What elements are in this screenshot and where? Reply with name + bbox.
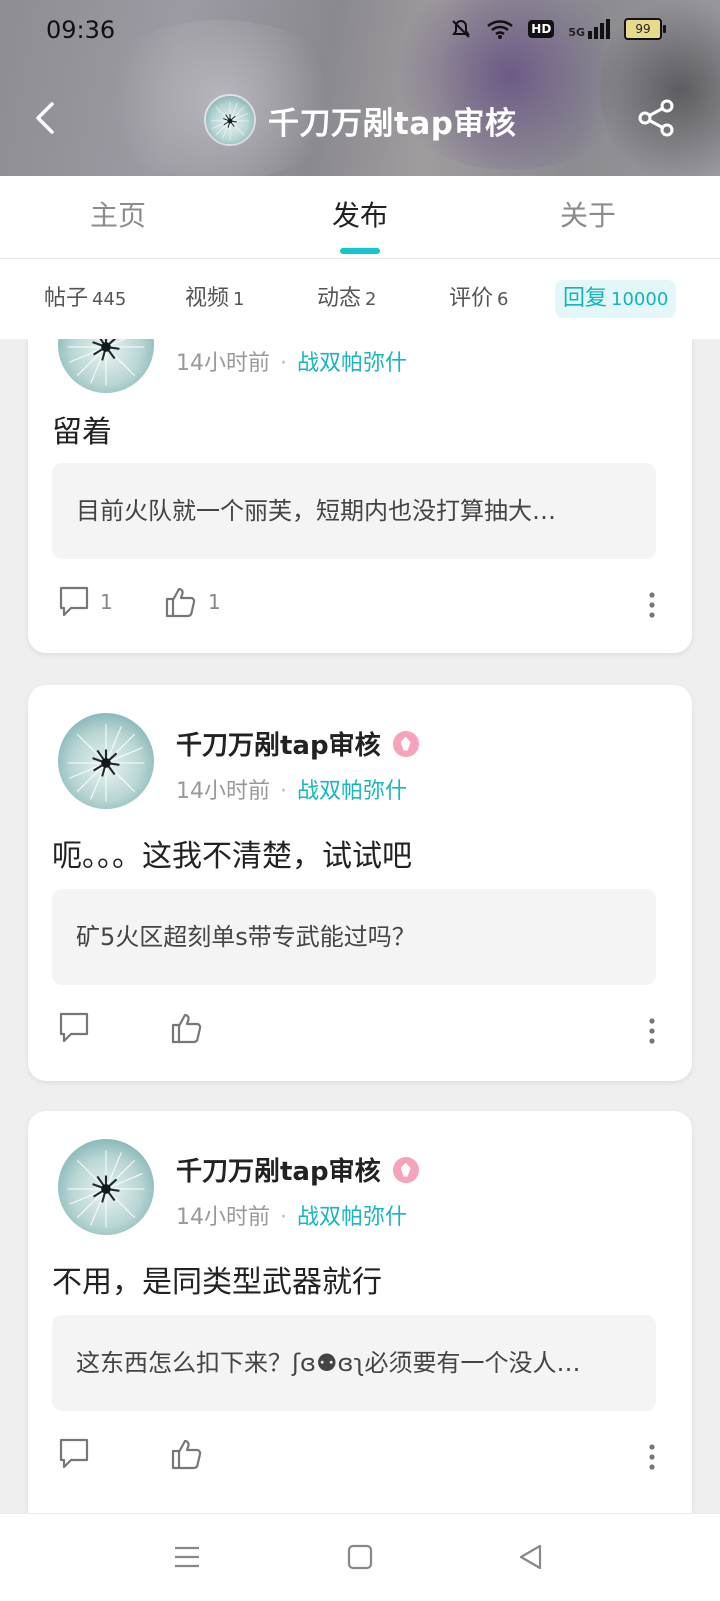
reply-text: 不用，是同类型武器就行 (52, 1265, 382, 1300)
wifi-icon (487, 20, 514, 39)
comment-icon (59, 586, 89, 617)
header-avatar[interactable] (204, 94, 256, 146)
status-icons: HD 5G 99 (450, 18, 666, 40)
post-meta: 14小时前 · 战双帕弥什 (176, 779, 408, 804)
reply-card[interactable]: 千刀万剐tap审核 14小时前 · 战双帕弥什 呃。。。这我不清楚，试试吧 矿5火区… (28, 685, 692, 1081)
page-title: 千刀万剐tap审核 (268, 105, 517, 142)
system-nav-bar (0, 1513, 720, 1601)
comment-icon (59, 1438, 89, 1469)
quoted-comment[interactable]: 这东西怎么扣下来？ʃɞ⚉ɞʅ必须要有一个没人… (52, 1315, 656, 1411)
verified-badge-icon (392, 1156, 419, 1183)
post-meta: 14小时前 · 战双帕弥什 (176, 351, 408, 376)
subtab-replies[interactable]: 回复 10000 (555, 280, 677, 318)
action-bar (58, 1437, 662, 1477)
subtab-moments[interactable]: 动态 2 (317, 280, 376, 318)
tab-posts[interactable]: 发布 (302, 176, 418, 258)
post-time: 14小时前 (176, 779, 270, 804)
reply-card[interactable]: 14小时前 · 战双帕弥什 留着 目前火队就一个丽芙，短期内也没打算抽大… 1 1 (28, 339, 692, 653)
quoted-comment[interactable]: 目前火队就一个丽芙，短期内也没打算抽大… (52, 463, 656, 559)
tab-about[interactable]: 关于 (530, 176, 646, 258)
home-square-icon (347, 1544, 373, 1570)
comment-button[interactable]: 1 (58, 585, 113, 619)
action-bar: 1 1 (58, 585, 662, 625)
share-button[interactable] (636, 98, 676, 138)
verified-badge-icon (392, 730, 419, 757)
more-vertical-icon (649, 592, 655, 618)
main-tabs: 主页 发布 关于 (0, 176, 720, 259)
like-count: 1 (208, 590, 221, 614)
battery-icon: 99 (624, 18, 666, 40)
menu-icon (175, 1546, 199, 1568)
nav-back-button[interactable] (514, 1540, 548, 1574)
post-time: 14小时前 (176, 351, 270, 376)
comment-count: 1 (100, 590, 113, 614)
comment-icon (59, 1012, 89, 1043)
more-options-button[interactable] (642, 1441, 662, 1473)
subtab-threads[interactable]: 帖子 445 (44, 280, 126, 318)
reply-feed[interactable]: 14小时前 · 战双帕弥什 留着 目前火队就一个丽芙，短期内也没打算抽大… 1 1 (0, 339, 720, 1513)
tab-indicator (340, 248, 380, 254)
post-meta: 14小时前 · 战双帕弥什 (176, 1205, 408, 1230)
mute-bell-icon (452, 19, 471, 38)
like-button[interactable] (170, 1011, 214, 1045)
reply-text: 呃。。。这我不清楚，试试吧 (52, 839, 412, 874)
reply-card[interactable]: 千刀万剐tap审核 14小时前 · 战双帕弥什 不用，是同类型武器就行 这东西怎么扣… (28, 1111, 692, 1513)
like-button[interactable] (170, 1437, 214, 1471)
nav-home-button[interactable] (343, 1540, 377, 1574)
more-vertical-icon (649, 1444, 655, 1470)
game-tag[interactable]: 战双帕弥什 (297, 351, 407, 376)
author-name[interactable]: 千刀万剐tap审核 (176, 725, 419, 762)
action-bar (58, 1011, 662, 1051)
nav-menu-button[interactable] (170, 1540, 204, 1574)
tab-home[interactable]: 主页 (60, 176, 176, 258)
thumbs-up-icon (171, 1439, 202, 1470)
more-vertical-icon (649, 1018, 655, 1044)
like-button[interactable]: 1 (164, 585, 221, 619)
post-time: 14小时前 (176, 1205, 270, 1230)
more-options-button[interactable] (642, 1015, 662, 1047)
author-avatar[interactable] (58, 1139, 154, 1235)
profile-header: 09:36 HD 5G 99 千刀万剐tap审核 (0, 0, 720, 176)
author-avatar[interactable] (58, 713, 154, 809)
signal-icon: 5G (568, 19, 610, 39)
author-avatar[interactable] (58, 339, 154, 393)
subtab-reviews[interactable]: 评价 6 (449, 280, 508, 318)
back-triangle-icon (519, 1544, 542, 1570)
game-tag[interactable]: 战双帕弥什 (297, 779, 407, 804)
comment-button[interactable] (58, 1437, 100, 1471)
reply-text: 留着 (52, 415, 112, 450)
quoted-comment[interactable]: 矿5火区超刻单s带专武能过吗？ (52, 889, 656, 985)
status-time: 09:36 (46, 16, 116, 44)
game-tag[interactable]: 战双帕弥什 (297, 1205, 407, 1230)
header-title-group: 千刀万剐tap审核 (204, 94, 516, 146)
author-name[interactable]: 千刀万剐tap审核 (176, 1151, 419, 1188)
share-icon (638, 99, 674, 137)
back-icon (36, 102, 54, 134)
thumbs-up-icon (165, 587, 196, 618)
hd-badge: HD (528, 20, 555, 38)
comment-button[interactable] (58, 1011, 100, 1045)
thumbs-up-icon (171, 1013, 202, 1044)
more-options-button[interactable] (642, 589, 662, 621)
subtab-videos[interactable]: 视频 1 (185, 280, 244, 318)
sub-tabs: 帖子 445 视频 1 动态 2 评价 6 回复 10000 (0, 259, 720, 339)
back-button[interactable] (28, 96, 68, 140)
